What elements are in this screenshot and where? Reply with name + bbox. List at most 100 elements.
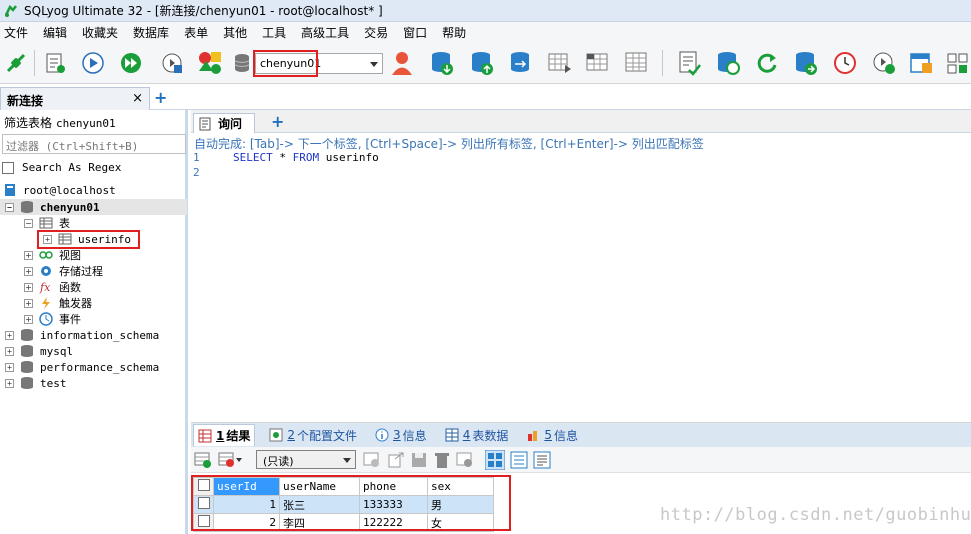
views-icon bbox=[39, 251, 53, 259]
info-chart-icon bbox=[528, 431, 538, 441]
menu-table[interactable]: 表单 bbox=[184, 24, 208, 41]
table-data-icon[interactable] bbox=[622, 49, 650, 77]
menu-database[interactable]: 数据库 bbox=[133, 24, 169, 41]
tree-triggers[interactable]: + 触发器 bbox=[24, 295, 92, 311]
highlight-box bbox=[191, 475, 511, 531]
tab-profiler[interactable]: 2 个配置文件 bbox=[265, 424, 361, 446]
menu-edit[interactable]: 编辑 bbox=[43, 24, 67, 41]
form-view-icon[interactable] bbox=[510, 451, 528, 469]
tree-events[interactable]: + 事件 bbox=[24, 311, 81, 327]
collapse-icon[interactable]: − bbox=[5, 202, 14, 212]
new-query-icon[interactable] bbox=[41, 49, 69, 77]
scheduler-clock-icon[interactable] bbox=[831, 49, 859, 77]
menu-window[interactable]: 窗口 bbox=[403, 24, 427, 41]
tab-table-data[interactable]: 4 表数据 bbox=[441, 424, 513, 446]
menu-favorites[interactable]: 收藏夹 bbox=[82, 24, 118, 41]
tab-query[interactable]: 询问 bbox=[193, 113, 255, 133]
expand-icon[interactable]: + bbox=[5, 362, 14, 372]
query-pane: 询问 + 自动完成: [Tab]-> 下一个标签, [Ctrl+Space]->… bbox=[191, 110, 971, 534]
add-connection-tab-button[interactable]: + bbox=[154, 88, 167, 107]
tab-new-connection[interactable]: 新连接 × bbox=[0, 87, 150, 110]
tree-functions[interactable]: + fx 函数 bbox=[24, 279, 81, 295]
tab-result[interactable]: 1 结果 bbox=[193, 424, 256, 446]
text-view-icon[interactable] bbox=[533, 451, 551, 469]
refresh-grid-icon[interactable] bbox=[456, 451, 474, 469]
tree-db-chenyun01[interactable]: − chenyun01 bbox=[5, 199, 100, 215]
search-as-regex[interactable]: Search As Regex bbox=[2, 161, 121, 174]
export-icon[interactable] bbox=[387, 451, 405, 469]
table-export-icon[interactable] bbox=[546, 49, 574, 77]
close-icon[interactable]: × bbox=[132, 91, 143, 106]
menu-tools[interactable]: 工具 bbox=[262, 24, 286, 41]
tree-db-label: information_schema bbox=[40, 328, 160, 342]
chevron-down-icon[interactable] bbox=[236, 458, 242, 462]
expand-icon[interactable]: + bbox=[24, 282, 33, 292]
tree-procedures[interactable]: + 存储过程 bbox=[24, 263, 103, 279]
table-copy-icon[interactable] bbox=[584, 49, 612, 77]
tree-root-host[interactable]: root@localhost bbox=[3, 182, 116, 198]
tree-db-information-schema[interactable]: + information_schema bbox=[5, 327, 159, 343]
schema-designer-icon[interactable] bbox=[196, 49, 224, 77]
tree-db-mysql[interactable]: + mysql bbox=[5, 343, 73, 359]
tile-windows-icon[interactable] bbox=[944, 49, 971, 77]
grid-view-icon[interactable] bbox=[485, 450, 505, 470]
regex-label: Search As Regex bbox=[22, 161, 122, 174]
menu-other[interactable]: 其他 bbox=[223, 24, 247, 41]
readonly-mode-select[interactable]: (只读) bbox=[256, 450, 356, 469]
backup-db-icon[interactable] bbox=[428, 49, 456, 77]
profile-icon bbox=[269, 428, 283, 442]
highlight-box bbox=[253, 50, 318, 77]
tab-profiler-label: 个配置文件 bbox=[297, 428, 358, 443]
sql-table: userinfo bbox=[325, 151, 379, 164]
connect-icon[interactable] bbox=[2, 49, 30, 77]
save-icon[interactable] bbox=[410, 451, 428, 469]
execute-query-icon[interactable] bbox=[79, 49, 107, 77]
add-row-icon[interactable] bbox=[194, 451, 212, 469]
user-manager-icon[interactable] bbox=[388, 49, 416, 77]
menu-advanced-tools[interactable]: 高级工具 bbox=[301, 24, 349, 41]
execute-script-icon[interactable] bbox=[158, 49, 186, 77]
sync-db-icon[interactable] bbox=[714, 49, 742, 77]
tab-info[interactable]: 5 信息 bbox=[522, 424, 582, 446]
expand-icon[interactable]: + bbox=[24, 298, 33, 308]
expand-icon[interactable]: + bbox=[5, 378, 14, 388]
menu-transaction[interactable]: 交易 bbox=[364, 24, 388, 41]
expand-icon[interactable]: + bbox=[24, 250, 33, 260]
tree-procs-label: 存储过程 bbox=[59, 265, 103, 278]
filter-input[interactable]: 过滤器 (Ctrl+Shift+B) bbox=[2, 134, 186, 154]
regex-checkbox[interactable] bbox=[2, 161, 14, 174]
delete-icon[interactable] bbox=[433, 451, 451, 469]
query-builder-icon[interactable] bbox=[675, 49, 703, 77]
menu-file[interactable]: 文件 bbox=[4, 24, 28, 41]
tree-db-test[interactable]: + test bbox=[5, 375, 67, 391]
tree-views[interactable]: + 视图 bbox=[24, 247, 81, 263]
filter-label: 筛选表格 chenyun01 bbox=[4, 114, 116, 131]
filter-rows-icon[interactable] bbox=[363, 451, 381, 469]
tree-root-label: root@localhost bbox=[23, 183, 116, 197]
tab-table-data-label: 表数据 bbox=[472, 428, 509, 443]
restore-db-icon[interactable] bbox=[468, 49, 496, 77]
tree-tables-folder[interactable]: − 表 bbox=[24, 215, 70, 231]
tree-db-performance-schema[interactable]: + performance_schema bbox=[5, 359, 159, 375]
run-job-icon[interactable] bbox=[870, 49, 898, 77]
tab-info-number: 5 bbox=[544, 428, 552, 442]
refresh-icon[interactable] bbox=[753, 49, 781, 77]
import-db-icon[interactable] bbox=[507, 49, 535, 77]
database-icon bbox=[21, 377, 33, 389]
execute-all-icon[interactable] bbox=[117, 49, 145, 77]
row-options-icon[interactable] bbox=[218, 451, 236, 469]
menu-help[interactable]: 帮助 bbox=[442, 24, 466, 41]
expand-icon[interactable]: + bbox=[24, 266, 33, 276]
tab-messages[interactable]: 3 信息 bbox=[371, 424, 431, 446]
expand-icon[interactable]: + bbox=[24, 314, 33, 324]
collapse-icon[interactable]: − bbox=[24, 218, 33, 228]
expand-icon[interactable]: + bbox=[5, 330, 14, 340]
schema-sync-icon[interactable] bbox=[792, 49, 820, 77]
sql-editor-line[interactable]: SELECT * FROM userinfo bbox=[233, 151, 379, 164]
tab-result-label: 结果 bbox=[226, 429, 251, 443]
window-layout-icon[interactable] bbox=[907, 49, 935, 77]
expand-icon[interactable]: + bbox=[5, 346, 14, 356]
tab-info-label: 信息 bbox=[553, 428, 578, 443]
object-browser: 筛选表格 chenyun01 过滤器 (Ctrl+Shift+B) Search … bbox=[0, 110, 188, 534]
add-query-tab-button[interactable]: + bbox=[271, 112, 284, 131]
